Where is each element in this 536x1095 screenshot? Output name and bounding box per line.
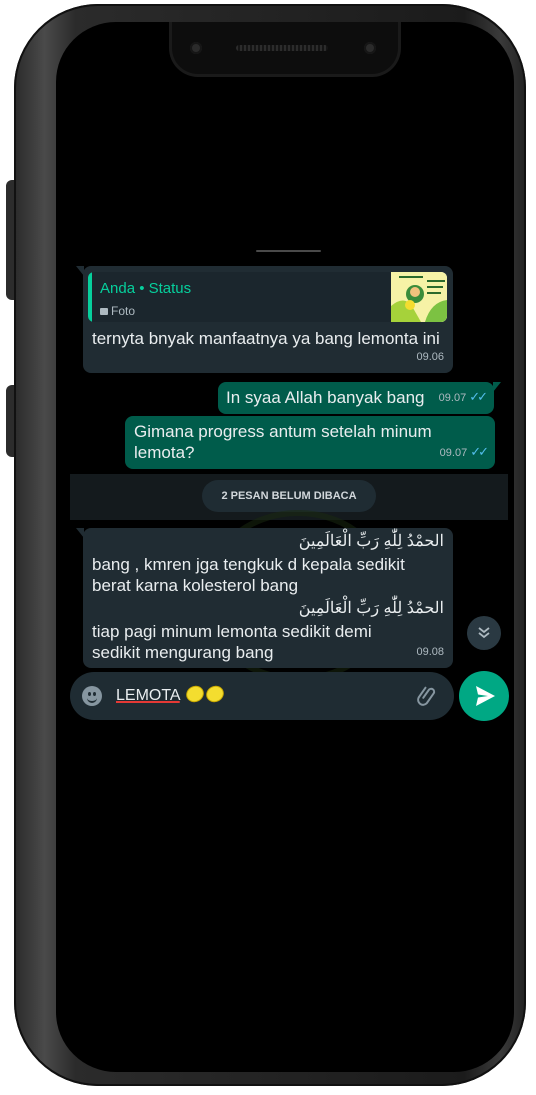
message-text: ternyta bnyak manfaatnya ya bang lemonta…	[92, 329, 440, 348]
message-time: 09.07	[439, 447, 468, 459]
message-bubble-out-2[interactable]: Gimana progress antum setelah minum lemo…	[125, 416, 495, 469]
message-input-text: LEMOTA	[116, 687, 180, 704]
message-bubble-out-1[interactable]: In syaa Allah banyak bang 09.07 ✓✓	[218, 382, 501, 414]
bubble-tail	[76, 266, 84, 276]
message-meta: 09.07 ✓✓	[438, 386, 488, 409]
front-camera-icon	[190, 42, 202, 54]
phone-notch	[172, 22, 398, 74]
drag-handle	[256, 250, 321, 252]
message-bubble-reply-status[interactable]: Anda • Status Foto ternyta bnyak manfaat…	[76, 266, 453, 373]
lemon-emoji-icon	[203, 682, 227, 706]
message-input[interactable]: LEMOTA	[116, 682, 227, 706]
status-thumbnail[interactable]	[391, 272, 447, 322]
photo-icon	[100, 308, 108, 315]
message-text: In syaa Allah banyak bang	[226, 388, 425, 407]
lemon-emoji-icon	[183, 682, 207, 706]
scroll-to-bottom-button[interactable]	[467, 616, 501, 650]
send-icon	[476, 686, 495, 706]
arabic-text-1: الحمْدُ لِلّٰهِ رَبِّ الْعَالَمِينَ	[298, 533, 444, 550]
quote-type-label: Foto	[111, 304, 136, 318]
message-text-1: bang , kmren jga tengkuk d kepala sediki…	[92, 555, 405, 595]
double-check-icon: ✓✓	[470, 444, 489, 459]
message-text: Gimana progress antum setelah minum lemo…	[134, 422, 432, 462]
message-time: 09.08	[416, 646, 444, 658]
message-composer[interactable]: LEMOTA	[70, 672, 454, 720]
message-bubble-in[interactable]: الحمْدُ لِلّٰهِ رَبِّ الْعَالَمِينَ bang…	[76, 528, 453, 668]
quoted-status[interactable]: Anda • Status Foto	[88, 272, 447, 322]
bubble-tail	[76, 528, 84, 538]
paperclip-icon[interactable]	[416, 684, 440, 708]
quote-type: Foto	[100, 301, 135, 322]
bubble-tail	[493, 382, 501, 392]
message-time: 09.07	[438, 392, 467, 404]
double-check-icon: ✓✓	[469, 389, 488, 404]
chat-screen: Anda • Status Foto ternyta bnyak manfaat…	[56, 22, 514, 1072]
message-text-2: tiap pagi minum lemonta sedikit demi sed…	[92, 622, 372, 662]
quote-author: Anda • Status	[100, 280, 192, 297]
sensor-dot-icon	[364, 42, 376, 54]
send-button[interactable]	[459, 671, 509, 721]
earpiece-speaker	[236, 45, 328, 51]
message-time: 09.06	[416, 351, 444, 363]
emoji-icon[interactable]	[82, 686, 102, 706]
message-meta: 09.07 ✓✓	[439, 441, 489, 464]
phone-frame: Anda • Status Foto ternyta bnyak manfaat…	[14, 4, 526, 1086]
arabic-text-2: الحمْدُ لِلّٰهِ رَبِّ الْعَالَمِينَ	[298, 600, 444, 617]
unread-messages-badge: 2 PESAN BELUM DIBACA	[202, 480, 376, 512]
quote-accent-bar	[88, 272, 92, 322]
double-chevron-down-icon	[478, 627, 490, 638]
